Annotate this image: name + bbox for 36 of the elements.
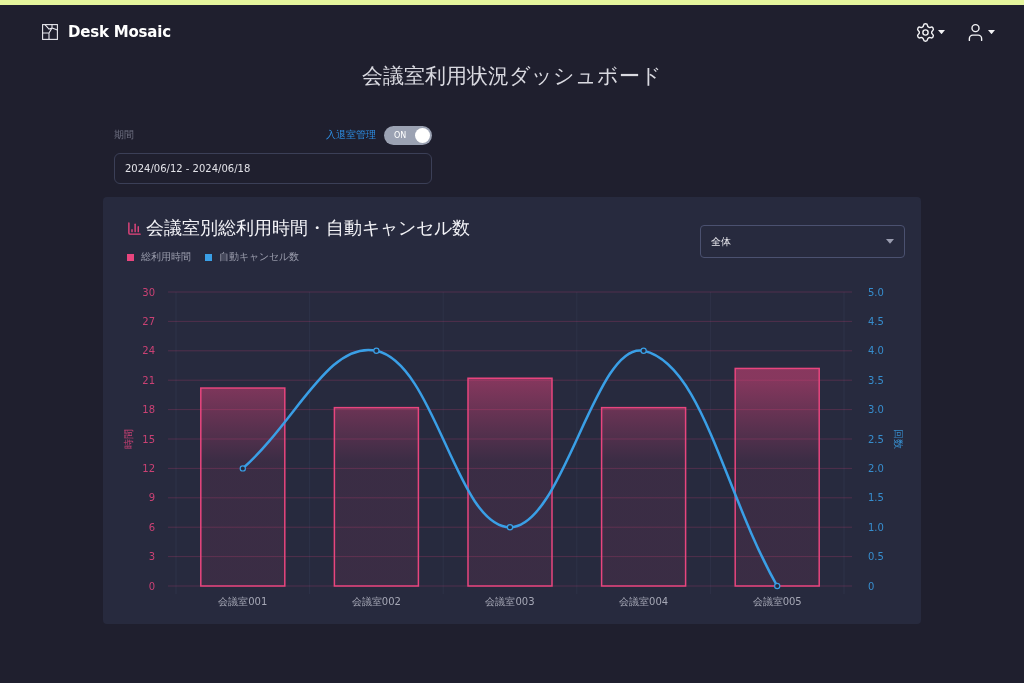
axis-tick-label: 1.0	[868, 521, 884, 533]
axis-tick-label: 27	[142, 315, 155, 327]
axis-category-label: 会議室004	[619, 596, 669, 607]
axis-tick-label: 3.5	[868, 374, 884, 386]
axis-tick-label: 0	[868, 580, 875, 592]
axis-title: 回数	[893, 429, 904, 449]
toggle-label: 入退室管理	[326, 128, 376, 142]
axis-tick-label: 12	[142, 462, 155, 474]
axis-tick-label: 30	[142, 286, 155, 298]
axis-tick-label: 2.5	[868, 433, 884, 445]
legend-label: 自動キャンセル数	[219, 250, 299, 264]
axis-tick-label: 4.5	[868, 315, 884, 327]
axis-category-label: 会議室001	[218, 596, 268, 607]
axis-tick-label: 5.0	[868, 286, 884, 298]
page-title: 会議室利用状況ダッシュボード	[361, 63, 663, 90]
axis-tick-label: 18	[142, 404, 155, 416]
axis-tick-label: 4.0	[868, 345, 884, 357]
axis-tick-label: 0.5	[868, 551, 884, 563]
axis-tick-label: 21	[142, 374, 155, 386]
axis-category-label: 会議室003	[485, 596, 535, 607]
axis-tick-label: 6	[148, 521, 155, 533]
legend-label: 総利用時間	[141, 250, 191, 264]
field-label: 期間	[114, 128, 134, 142]
axis-tick-label: 24	[142, 345, 155, 357]
axis-tick-label: 2.0	[868, 462, 884, 474]
axis-tick-label: 1.5	[868, 492, 884, 504]
axis-tick-label: 3	[148, 551, 155, 563]
brand-name: Desk Mosaic	[68, 23, 171, 41]
axis-category-label: 会議室002	[351, 596, 401, 607]
axis-tick-label: 0	[148, 580, 155, 592]
axis-category-label: 会議室005	[752, 596, 802, 607]
axis-tick-label: 15	[142, 433, 155, 445]
card-title: 会議室別総利用時間・自動キャンセル数	[146, 217, 470, 239]
axis-tick-label: 3.0	[868, 404, 884, 416]
axis-tick-label: 9	[148, 492, 155, 504]
axis-title: 時間	[123, 429, 134, 449]
